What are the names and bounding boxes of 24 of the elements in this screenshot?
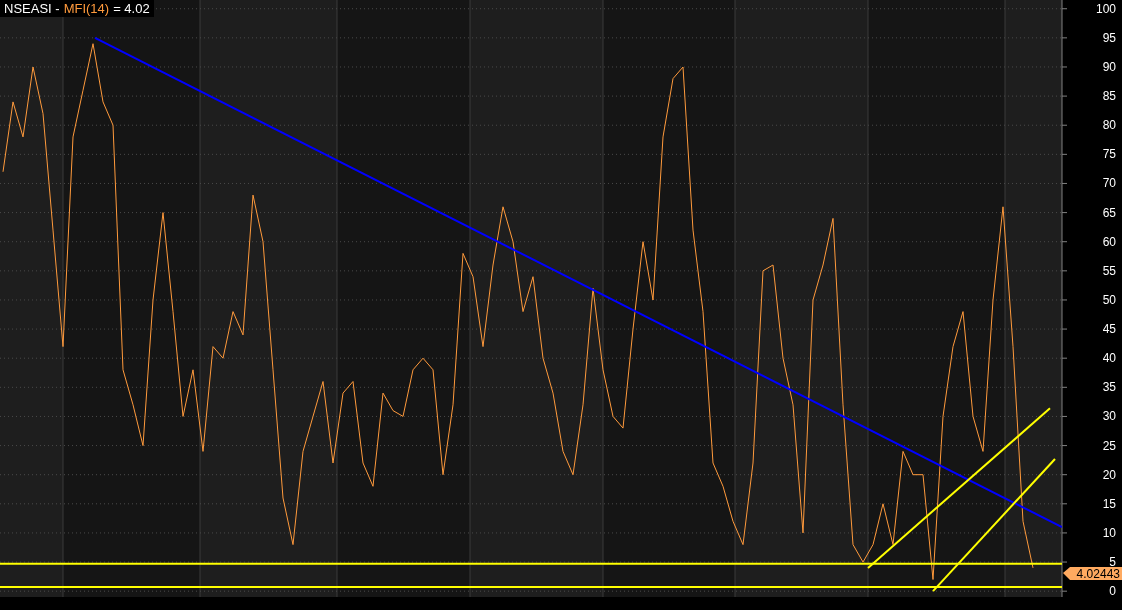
y-tick-label: 80 bbox=[1102, 118, 1116, 133]
y-tick-label: 30 bbox=[1102, 409, 1116, 424]
y-tick-label: 10 bbox=[1102, 525, 1116, 540]
y-tick-label: 70 bbox=[1102, 176, 1116, 191]
y-tick-label: 60 bbox=[1102, 234, 1116, 249]
y-tick-label: 85 bbox=[1102, 89, 1116, 104]
y-tick-label: 50 bbox=[1102, 292, 1116, 307]
y-tick-label: 35 bbox=[1102, 380, 1116, 395]
y-tick-label: 0 bbox=[1109, 584, 1116, 599]
y-tick-label: 40 bbox=[1102, 351, 1116, 366]
y-tick-label: 45 bbox=[1102, 322, 1116, 337]
y-tick-label: 55 bbox=[1102, 263, 1116, 278]
y-tick-label: 25 bbox=[1102, 438, 1116, 453]
current-value: = 4.02 bbox=[113, 0, 150, 17]
symbol-title: NSEASI - bbox=[4, 0, 60, 17]
last-value-badge: 4.02443 bbox=[1063, 566, 1122, 581]
series-name: MFI(14) bbox=[63, 0, 110, 17]
y-tick-label: 90 bbox=[1102, 60, 1116, 74]
y-tick-label: 75 bbox=[1102, 147, 1116, 162]
y-tick-label: 20 bbox=[1102, 467, 1116, 482]
y-tick-label: 100 bbox=[1095, 1, 1116, 16]
y-tick-label: 15 bbox=[1102, 496, 1116, 511]
y-tick-label: 65 bbox=[1102, 205, 1116, 220]
y-tick-label: 95 bbox=[1102, 30, 1116, 45]
